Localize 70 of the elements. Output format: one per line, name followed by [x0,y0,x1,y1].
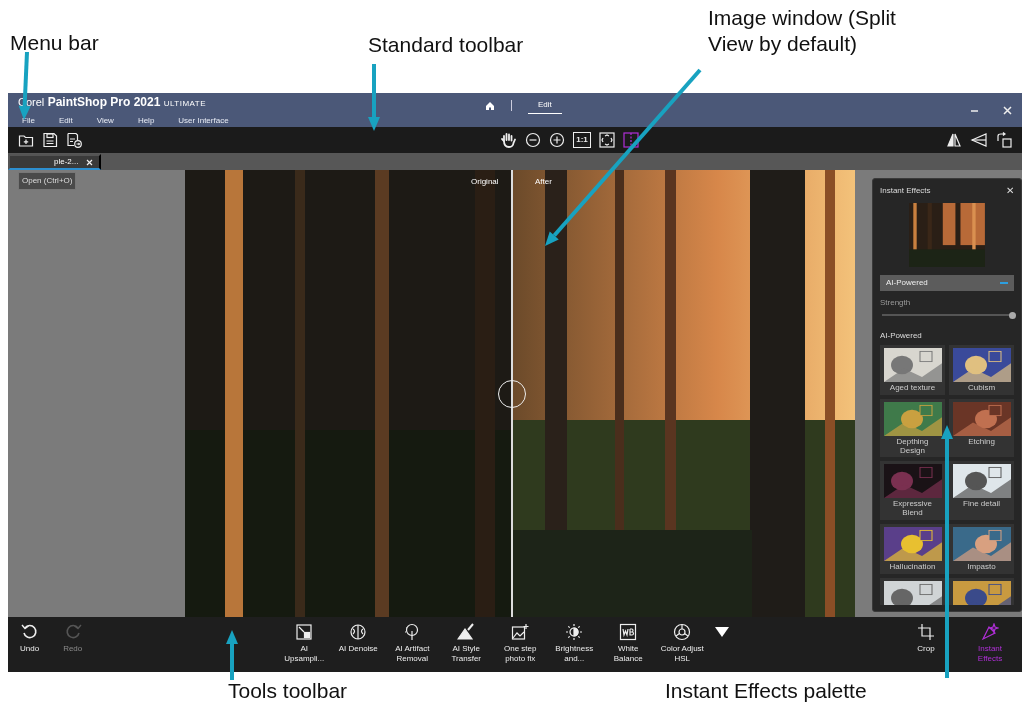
split-view-icon[interactable] [623,132,639,148]
rotate-icon[interactable] [996,132,1012,148]
tool-button[interactable]: Brightness and... [552,623,597,664]
category-dropdown[interactable]: AI-Powered [880,275,1014,291]
square-corner-icon [295,623,314,641]
palette-title: Instant Effects [880,185,931,197]
annotation-label: Tools toolbar [228,678,348,704]
tab-divider [511,100,512,111]
effect-thumbnail[interactable]: Aged texture [880,345,945,395]
save-as-icon[interactable] [66,132,82,148]
flip-icon[interactable] [946,132,962,148]
annotation-label: Image window (Split View by default) [708,5,897,58]
section-title: AI-Powered [880,330,923,342]
photo-sparkle-icon [511,623,530,641]
document-tab[interactable]: ple-2... [8,154,102,170]
split-label: After [535,176,552,188]
effect-thumbnail[interactable]: Depthing Design [880,398,945,458]
zoom-in-icon[interactable] [549,132,565,148]
actual-size-button[interactable]: 1:1 [573,132,591,148]
annotation-label: Menu bar [10,30,99,56]
perspective-icon[interactable] [970,132,988,148]
sun-icon [565,623,584,641]
effect-thumbnail[interactable]: Impasto [949,524,1014,574]
tool-button[interactable]: AI Upsampli... [282,623,327,664]
workspace-tab[interactable]: Edit [528,97,562,114]
menu-item[interactable]: Help [137,115,155,127]
tool-button[interactable]: AI Denoise [336,623,381,664]
tool-button[interactable]: Instant Effects [970,623,1010,664]
effect-thumbnail[interactable]: Hallucination [880,524,945,574]
tool-button[interactable]: White Balance [606,623,651,664]
close-icon[interactable] [86,158,94,166]
effect-thumbnail[interactable] [880,577,945,605]
tool-button[interactable]: One step photo fix [498,623,543,664]
annotation-label: Standard toolbar [368,32,524,58]
effect-thumbnail[interactable]: Fine detail [949,461,1014,520]
effect-thumbnail[interactable]: Cubism [949,345,1014,395]
close-button[interactable]: ✕ [1006,186,1014,196]
effect-thumbnail[interactable]: Etching [949,398,1014,458]
open-folder-icon[interactable] [18,132,34,148]
annotation-label: Instant Effects palette [665,678,867,704]
effect-thumbnail[interactable] [949,577,1014,605]
crop-icon [917,623,935,641]
fit-window-icon[interactable] [599,132,615,148]
menu-item[interactable]: Edit [58,115,73,127]
tool-button[interactable]: Crop [906,623,946,664]
zoom-out-icon[interactable] [525,132,541,148]
tool-button[interactable]: AI Artifact Removal [390,623,435,664]
undo-icon [20,623,39,641]
slider-label: Strength [880,297,912,309]
wb-box-icon [619,623,638,641]
split-label: Original [471,176,499,188]
callout-arrow [226,630,238,680]
effect-thumbnail[interactable]: Expressive Blend [880,461,945,520]
home-icon[interactable] [485,100,495,111]
mountain-brush-icon [457,623,476,641]
menu-item[interactable]: View [96,115,114,127]
color-wheel-icon [673,623,692,641]
menu-item[interactable]: User Interface [178,115,229,127]
menu-item[interactable]: File [22,115,35,127]
close-icon[interactable] [1003,105,1012,115]
sparkle-fx-icon [981,623,999,641]
callout-arrow [368,64,380,131]
dropdown-triangle-icon[interactable] [714,626,731,638]
pan-hand-icon[interactable] [500,131,517,149]
save-icon[interactable] [42,132,58,148]
slider-thumb[interactable] [1008,311,1016,319]
undo-button[interactable]: Undo [20,623,40,654]
tool-button[interactable]: AI Style Transfer [444,623,489,664]
tooltip: Open (Ctrl+O) [18,172,77,190]
tool-button[interactable]: Color Adjust HSL [660,623,705,664]
